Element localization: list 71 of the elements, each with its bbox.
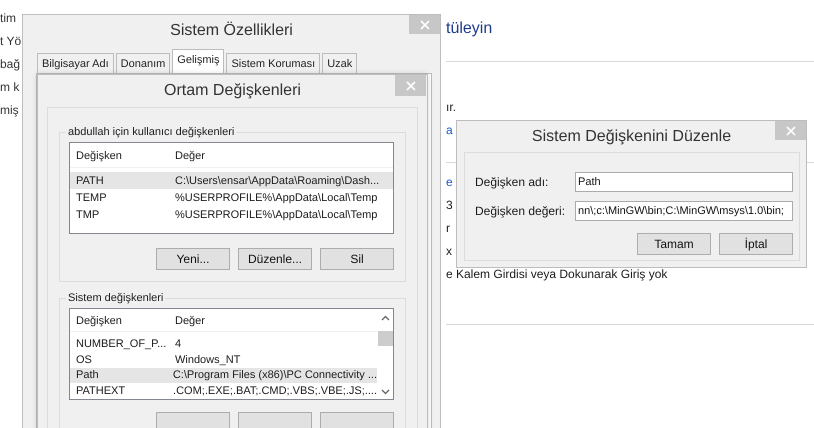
group-label: Sistem değişkenleri [66, 291, 166, 305]
dialog-button[interactable]: Yeni... [156, 248, 230, 270]
list-row[interactable]: Path C:\Program Files (x86)\PC Connectivity ... [70, 368, 377, 384]
table-cell: Windows_NT [175, 354, 240, 366]
close-button[interactable] [775, 121, 806, 140]
field-label: Değişken değeri: [475, 204, 566, 218]
text-fragment: e Kalem Girdisi veya Dokunarak Giriş yok [446, 266, 668, 283]
close-icon [406, 80, 416, 90]
list-row[interactable]: OS Windows_NT [70, 352, 377, 368]
chevron-down-icon [380, 389, 390, 395]
table-cell-text: Path [76, 369, 100, 382]
text-fragment: bağ [0, 56, 20, 72]
table-cell-text: PATH [76, 174, 105, 186]
tab[interactable]: Gelişmiş [172, 49, 224, 73]
chevron-up-icon [380, 315, 390, 321]
input-field[interactable]: Path [575, 172, 793, 192]
list-row[interactable]: TMP %USERPROFILE%\AppData\Local\Temp [70, 206, 393, 223]
list-row[interactable]: PATHEXT .COM;.EXE;.BAT;.CMD;.VBS;.VBE;.JS;.... [70, 383, 377, 399]
tab[interactable]: Bilgisayar Adı [37, 53, 114, 73]
column-header[interactable]: Değer [175, 150, 205, 162]
column-header[interactable]: Değişken [76, 150, 175, 162]
table-cell: .COM;.EXE;.BAT;.CMD;.VBS;.VBE;.JS;.... [173, 385, 377, 398]
close-icon [420, 20, 430, 30]
dialog-button[interactable] [156, 412, 230, 428]
table-cell: 4 [175, 338, 182, 350]
text-fragment: ır. [446, 99, 456, 116]
close-button[interactable] [409, 15, 440, 34]
table-cell: %USERPROFILE%\AppData\Local\Temp [175, 208, 378, 220]
dialog-button[interactable] [238, 412, 312, 428]
window-title: Sistem Özellikleri [170, 22, 293, 40]
table-cell-text: OS [76, 354, 93, 366]
table-cell: C:\Program Files (x86)\PC Connectivity ... [172, 369, 377, 382]
group-label: abdullah için kullanıcı değişkenleri [66, 125, 236, 139]
field-label: Değişken adı: [475, 175, 548, 189]
text-fragment: t Yö [0, 33, 22, 49]
page-heading: tüleyin [446, 19, 492, 39]
table-cell-text: NUMBER_OF_P... [76, 338, 168, 350]
dialog-button[interactable]: İptal [719, 233, 793, 255]
close-icon [786, 126, 796, 136]
column-header[interactable]: Değişken [76, 314, 175, 327]
scroll-thumb[interactable] [378, 331, 392, 346]
list-row[interactable]: PATH C:\Users\ensar\AppData\Roaming\Dash... [70, 172, 393, 189]
window-title: Ortam Değişkenleri [164, 82, 301, 100]
text-fragment: 3 [446, 197, 453, 214]
dialog-button[interactable]: Düzenle... [238, 248, 312, 270]
close-button[interactable] [395, 75, 426, 96]
window-title: Sistem Değişkenini Düzenle [532, 128, 732, 146]
text-fragment: miş [0, 102, 19, 118]
text-fragment: r [446, 220, 450, 237]
list-row[interactable]: NUMBER_OF_P... 4 [70, 336, 377, 352]
text-fragment: m k [0, 79, 20, 95]
link[interactable]: a [446, 119, 453, 142]
input-field[interactable]: nn\;c:\MinGW\bin;C:\MinGW\msys\1.0\bin; [575, 201, 793, 221]
table-cell-text: PATHEXT [76, 385, 126, 398]
dialog-button[interactable]: Tamam [637, 233, 711, 255]
variable-list[interactable]: Değişken Değer PATH C:\Users\ensar\AppData\Roaming\Dash... TEMP %USERPROFILE%\AppData\Local\Temp TMP %USERPROFILE%\AppData\Local\Temp [69, 142, 394, 234]
table-cell-text: TMP [76, 208, 100, 220]
tab[interactable]: Uzak [322, 53, 358, 73]
variable-list[interactable]: Değişken Değer NUMBER_OF_P... 4 OS Windows_NT Path C:\Program Files (x86)\PC Connectivity ... PATHEXT .COM;.EXE;.BAT;.CMD;.VBS;.VBE;.JS;.... [69, 308, 394, 400]
table-cell: %USERPROFILE%\AppData\Local\Temp [175, 192, 378, 204]
table-cell: C:\Users\ensar\AppData\Roaming\Dash... [175, 174, 380, 186]
tab[interactable]: Sistem Koruması [226, 53, 320, 73]
list-row[interactable]: TEMP %USERPROFILE%\AppData\Local\Temp [70, 189, 393, 206]
column-header[interactable]: Değer [175, 314, 205, 327]
table-cell-text: TEMP [76, 192, 108, 204]
text-fragment: x [446, 243, 452, 260]
dialog-button[interactable] [320, 412, 394, 428]
link[interactable]: e [446, 171, 453, 194]
tab[interactable]: Donanım [116, 53, 170, 73]
dialog-button[interactable]: Sil [320, 248, 394, 270]
text-fragment: tim [0, 10, 16, 26]
